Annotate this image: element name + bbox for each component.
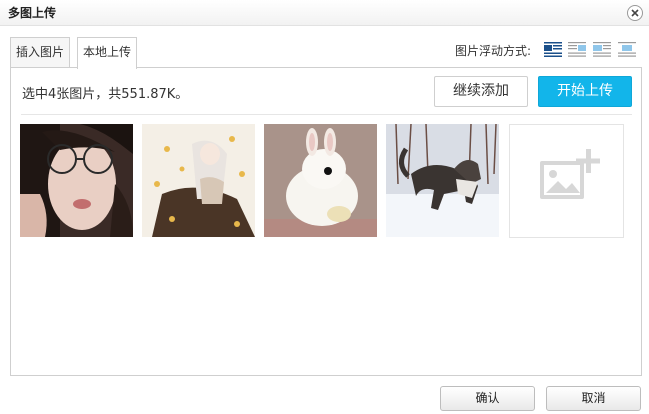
align-right-icon[interactable] bbox=[567, 40, 587, 58]
start-upload-button[interactable]: 开始上传 bbox=[538, 76, 632, 107]
align-center-icon[interactable] bbox=[617, 40, 637, 58]
close-button[interactable] bbox=[627, 5, 643, 21]
add-image-tile[interactable] bbox=[509, 124, 624, 238]
dialog-titlebar: 多图上传 bbox=[0, 0, 649, 26]
confirm-button[interactable]: 确认 bbox=[440, 386, 535, 411]
tab-insert-image[interactable]: 插入图片 bbox=[10, 37, 70, 68]
close-icon bbox=[631, 9, 639, 17]
cancel-button[interactable]: 取消 bbox=[546, 386, 641, 411]
upload-status-text: 选中4张图片，共551.87K。 bbox=[22, 87, 189, 102]
tab-local-upload[interactable]: 本地上传 bbox=[77, 37, 137, 69]
image-thumbnail[interactable] bbox=[20, 124, 133, 237]
align-left-icon[interactable] bbox=[543, 40, 563, 58]
image-thumbnail[interactable] bbox=[264, 124, 377, 237]
image-thumbnail[interactable] bbox=[142, 124, 255, 237]
float-mode-label: 图片浮动方式: bbox=[455, 44, 532, 58]
divider bbox=[21, 114, 632, 115]
align-none-icon[interactable] bbox=[592, 40, 612, 58]
dialog-title: 多图上传 bbox=[8, 6, 57, 20]
image-thumbnail[interactable] bbox=[386, 124, 499, 237]
upload-panel: 选中4张图片，共551.87K。 继续添加 开始上传 bbox=[10, 67, 642, 376]
add-image-icon bbox=[540, 149, 600, 199]
continue-add-button[interactable]: 继续添加 bbox=[434, 76, 528, 107]
